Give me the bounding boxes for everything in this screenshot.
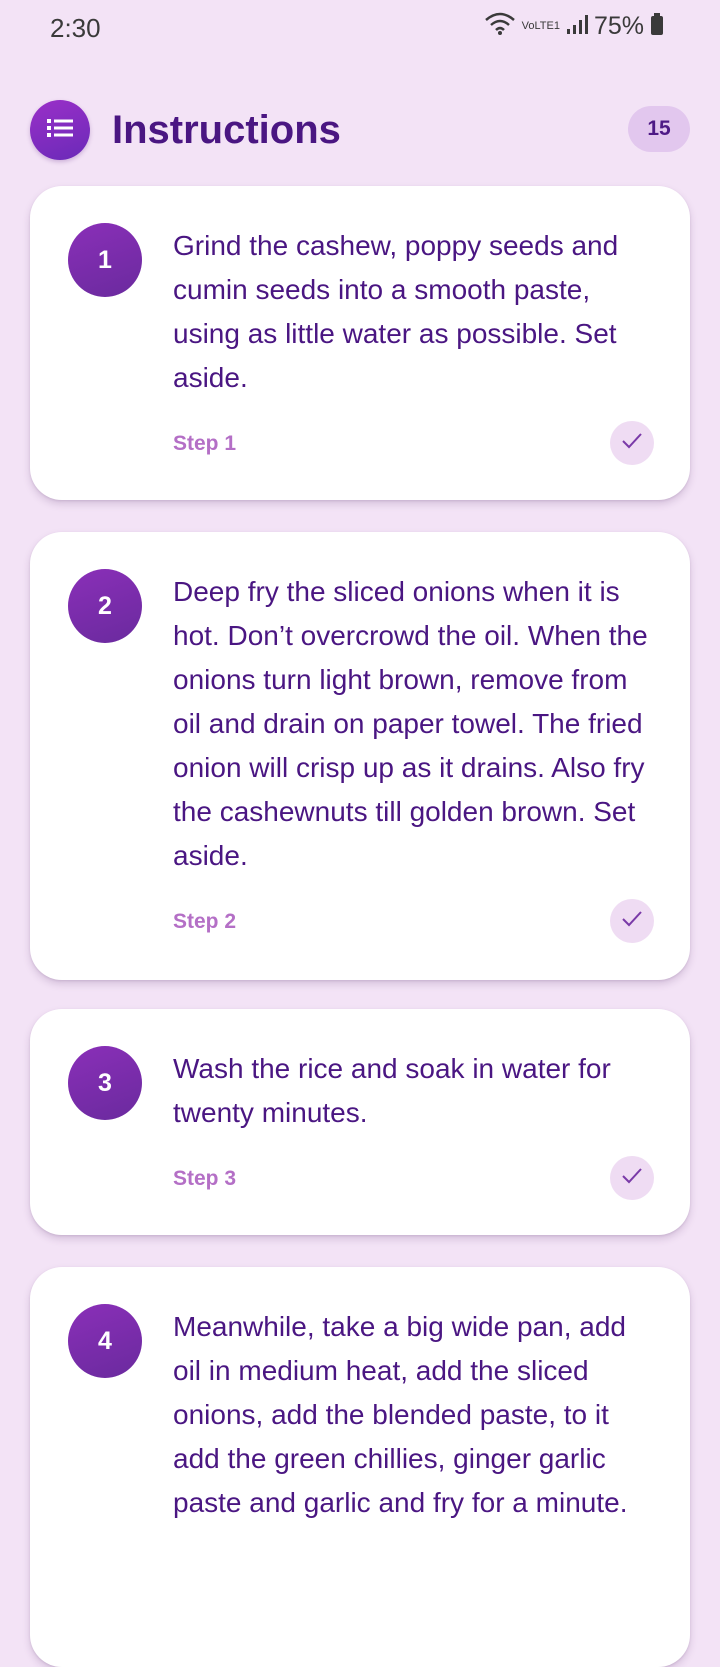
- battery-icon: [650, 12, 664, 41]
- step-number-badge: 4: [68, 1304, 142, 1378]
- battery-percent: 75%: [593, 12, 644, 40]
- step-text: Deep fry the sliced onions when it is ho…: [173, 576, 648, 871]
- step-label: Step 1: [173, 432, 237, 455]
- status-icons: VoLTE1 75%: [484, 12, 664, 41]
- step-number-badge: 2: [68, 569, 142, 643]
- step-number-badge: 3: [68, 1046, 142, 1120]
- status-bar: 2:30 VoLTE1 75%: [0, 0, 720, 58]
- step-card-1: 1 Grind the cashew, poppy seeds and cumi…: [30, 186, 690, 500]
- list-icon: [47, 117, 73, 144]
- step-number-badge: 1: [68, 223, 142, 297]
- network-label: VoLTE1: [521, 20, 560, 32]
- step-text: Wash the rice and soak in water for twen…: [173, 1053, 611, 1128]
- step-label: Step 2: [173, 910, 237, 933]
- check-icon: [621, 432, 643, 455]
- step-text: Grind the cashew, poppy seeds and cumin …: [173, 230, 619, 393]
- check-icon: [621, 1167, 643, 1190]
- count-badge: 15: [628, 106, 690, 152]
- mark-done-button[interactable]: [610, 899, 654, 943]
- wifi-icon: [484, 12, 516, 41]
- step-label: Step 3: [173, 1167, 237, 1190]
- status-time: 2:30: [50, 13, 101, 43]
- header: Instructions 15: [0, 90, 720, 170]
- signal-icon: [566, 13, 588, 40]
- mark-done-button[interactable]: [610, 1156, 654, 1200]
- page-title: Instructions: [112, 108, 341, 152]
- step-card-2: 2 Deep fry the sliced onions when it is …: [30, 532, 690, 980]
- mark-done-button[interactable]: [610, 421, 654, 465]
- step-card-3: 3 Wash the rice and soak in water for tw…: [30, 1009, 690, 1235]
- menu-button[interactable]: [30, 100, 90, 160]
- step-card-4: 4 Meanwhile, take a big wide pan, add oi…: [30, 1267, 690, 1667]
- step-text: Meanwhile, take a big wide pan, add oil …: [173, 1311, 628, 1518]
- volte-icon: VoLTE1: [522, 21, 560, 32]
- check-icon: [621, 910, 643, 933]
